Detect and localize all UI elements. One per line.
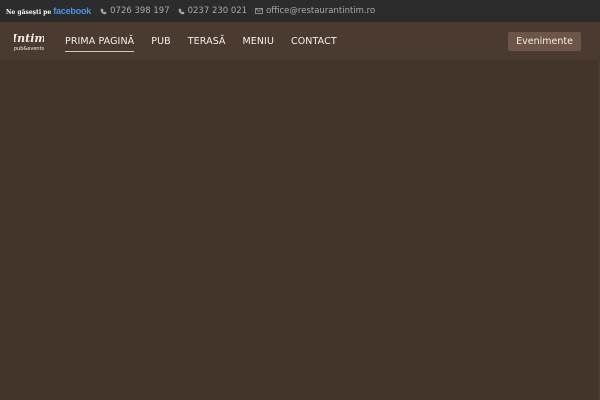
phone-2-text: 0237 230 021 xyxy=(187,6,248,16)
nav-item-terrace[interactable]: TERASĂ xyxy=(188,32,226,51)
svg-text:pub&events: pub&events xyxy=(14,46,44,52)
top-contact-bar: Ne găsești pe facebook 0726 398 197 0237… xyxy=(0,0,600,22)
phone-icon xyxy=(178,8,184,14)
phone-1-text: 0726 398 197 xyxy=(110,6,170,16)
email-link[interactable]: office@restaurantintim.ro xyxy=(255,6,375,16)
svg-text:Intim: Intim xyxy=(14,32,44,45)
facebook-prefix: Ne găsești pe xyxy=(6,9,52,16)
main-nav: PRIMA PAGINĂ PUB TERASĂ MENIU CONTACT xyxy=(65,32,354,52)
events-button[interactable]: Evenimente xyxy=(508,32,581,51)
nav-item-home[interactable]: PRIMA PAGINĂ xyxy=(65,32,135,52)
site-logo[interactable]: Intim pub&events xyxy=(14,28,44,54)
email-text: office@restaurantintim.ro xyxy=(266,6,376,16)
intim-logo-icon: Intim pub&events xyxy=(14,32,44,52)
nav-item-contact[interactable]: CONTACT xyxy=(291,32,337,51)
main-navbar: Intim pub&events PRIMA PAGINĂ PUB TERASĂ… xyxy=(0,22,600,60)
nav-item-menu[interactable]: MENIU xyxy=(242,32,274,51)
nav-item-pub[interactable]: PUB xyxy=(151,32,171,51)
phone-2[interactable]: 0237 230 021 xyxy=(178,6,247,16)
phone-1[interactable]: 0726 398 197 xyxy=(100,6,170,16)
facebook-link[interactable]: Ne găsești pe facebook xyxy=(6,6,91,16)
envelope-icon xyxy=(255,8,263,14)
facebook-brand: facebook xyxy=(53,6,92,16)
phone-icon xyxy=(100,8,107,14)
